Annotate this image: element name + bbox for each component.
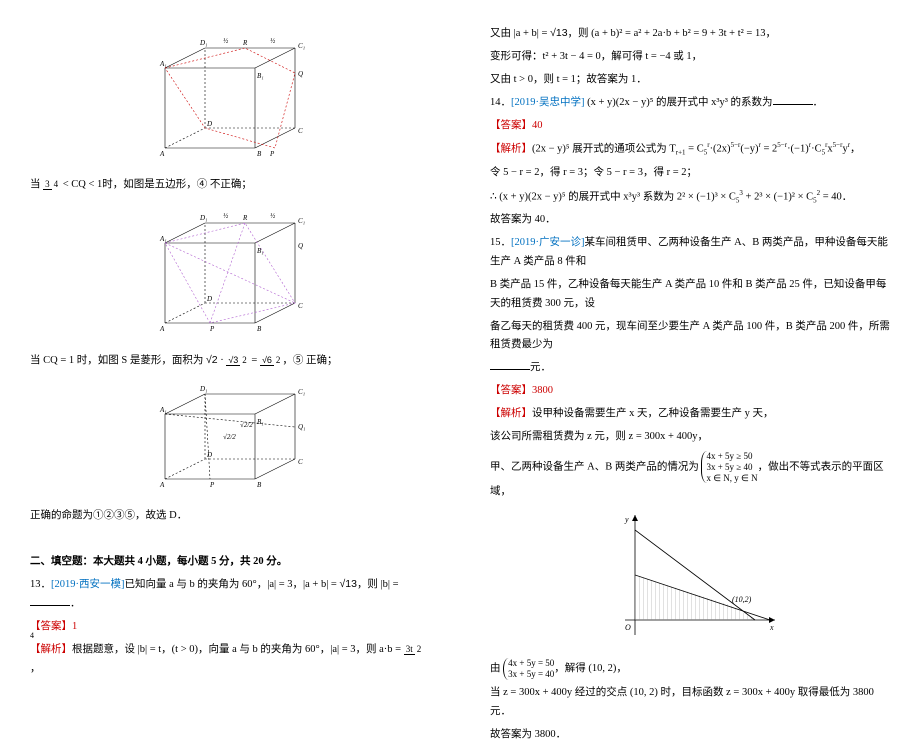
- q15-solution-4: 由 4x + 5y = 503x + 5y = 40，解得 (10, 2)，: [490, 658, 890, 680]
- svg-text:y: y: [624, 515, 629, 524]
- q14-solution-3: ∴ (x + y)(2x − y)⁵ 的展开式中 x³y³ 系数为 2² × (…: [490, 187, 890, 207]
- svg-text:A: A: [159, 150, 165, 158]
- svg-text:x: x: [769, 623, 774, 632]
- cube-figure-3: A B P C D A₁ B₁ Q₁ C₁ D₁ √2/2 √2/2: [30, 379, 430, 499]
- svg-text:C: C: [298, 127, 303, 135]
- svg-text:C₁: C₁: [298, 388, 305, 396]
- svg-text:D₁: D₁: [199, 385, 208, 393]
- svg-text:√2/2: √2/2: [240, 421, 253, 429]
- svg-text:C₁: C₁: [298, 42, 305, 50]
- svg-text:O: O: [625, 623, 631, 632]
- cube-figure-1: A BP C D A₁ B₁ Q C₁ D₁ R ½ ½: [30, 28, 430, 168]
- q15-solution-2: 该公司所需租赁费为 z 元，则 z = 300x + 400y，: [490, 428, 890, 447]
- q15-d: 元．: [490, 359, 890, 378]
- line-cq-pentagon: 当 34 < CQ < 1时，如图是五边形，④ 不正确；: [30, 176, 430, 195]
- q15-a: 15．[2019·广安一诊]某车间租赁甲、乙两种设备生产 A、B 两类产品，甲种…: [490, 234, 890, 272]
- svg-text:√2/2: √2/2: [223, 433, 236, 441]
- left-column: ABPCD A₁B₁QC₁D₁R ½½ 当 34 < CQ < 1时，如图是五边…: [0, 0, 460, 651]
- svg-text:½: ½: [223, 37, 229, 45]
- q14-answer: 【答案】40: [490, 117, 890, 136]
- svg-text:A₁: A₁: [159, 406, 167, 414]
- svg-text:D: D: [206, 120, 212, 128]
- svg-text:A: A: [159, 325, 165, 333]
- q15-solution-6: 故答案为 3800．: [490, 726, 890, 744]
- q13: 13．[2019·西安一模]已知向量 a 与 b 的夹角为 60°，|a| = …: [30, 575, 430, 614]
- svg-text:Q₁: Q₁: [298, 423, 306, 431]
- svg-text:Q: Q: [298, 70, 303, 78]
- q14-solution-1: 【解析】(2x − y)⁵ 展开式的通项公式为 Tr+1 = C5r·(2x)5…: [490, 139, 890, 159]
- svg-text:D₁: D₁: [199, 39, 208, 47]
- lp-chart: O x y (10,2): [490, 510, 890, 650]
- svg-text:D₁: D₁: [199, 214, 208, 222]
- cube-figure-2: A B P C D A₁ B₁ Q C₁ D₁ R ½ ½: [30, 203, 430, 343]
- svg-text:P: P: [269, 150, 275, 158]
- svg-text:B₁: B₁: [257, 72, 264, 80]
- svg-text:P: P: [209, 325, 215, 333]
- q15-solution-5: 当 z = 300x + 400y 经过的交点 (10, 2) 时，目标函数 z…: [490, 684, 890, 722]
- section-2-heading: 二、填空题：本大题共 4 小题，每小题 5 分，共 20 分。: [30, 553, 430, 572]
- svg-text:A₁: A₁: [159, 235, 167, 243]
- page-number: 4: [30, 629, 34, 643]
- line-cq-rhombus: 当 CQ = 1 时，如图 S 是菱形，面积为 √2 · √32 = √62，⑤…: [30, 351, 430, 371]
- q15-b: B 类产品 15 件，乙种设备每天能生产 A 类产品 10 件和 B 类产品 2…: [490, 276, 890, 314]
- correct-statements: 正确的命题为①②③⑤，故选 D．: [30, 507, 430, 526]
- svg-text:Q: Q: [298, 242, 303, 250]
- svg-text:B₁: B₁: [257, 418, 264, 426]
- r3: 又由 t > 0，则 t = 1；故答案为 1．: [490, 71, 890, 90]
- svg-text:C: C: [298, 302, 303, 310]
- svg-text:½: ½: [270, 212, 276, 220]
- svg-text:½: ½: [270, 37, 276, 45]
- svg-text:B: B: [257, 150, 262, 158]
- svg-text:R: R: [242, 214, 248, 222]
- svg-text:A: A: [159, 481, 165, 489]
- svg-text:½: ½: [223, 212, 229, 220]
- q13-solution: 【解析】根据题意，设 |b| = t，(t > 0)，向量 a 与 b 的夹角为…: [30, 641, 430, 679]
- svg-text:A₁: A₁: [159, 60, 167, 68]
- svg-text:B: B: [257, 325, 262, 333]
- q14-solution-4: 故答案为 40．: [490, 211, 890, 230]
- svg-text:B₁: B₁: [257, 247, 264, 255]
- r2: 变形可得：t² + 3t − 4 = 0，解可得 t = −4 或 1，: [490, 48, 890, 67]
- q15-solution-3: 甲、乙两种设备生产 A、B 两类产品的情况为 4x + 5y ≥ 503x + …: [490, 451, 890, 502]
- svg-text:D: D: [206, 295, 212, 303]
- svg-text:C₁: C₁: [298, 217, 305, 225]
- q14-solution-2: 令 5 − r = 2，得 r = 3；令 5 − r = 3，得 r = 2；: [490, 164, 890, 183]
- q15-answer: 【答案】3800: [490, 382, 890, 401]
- q14: 14．[2019·吴忠中学] (x + y)(2x − y)⁵ 的展开式中 x³…: [490, 94, 890, 113]
- svg-text:(10,2): (10,2): [732, 595, 752, 604]
- svg-text:C: C: [298, 458, 303, 466]
- right-column: 又由 |a + b| = √13，则 (a + b)² = a² + 2a·b …: [460, 0, 920, 651]
- r1: 又由 |a + b| = √13，则 (a + b)² = a² + 2a·b …: [490, 24, 890, 44]
- q15-solution-1: 【解析】设甲种设备需要生产 x 天，乙种设备需要生产 y 天，: [490, 405, 890, 424]
- svg-text:B: B: [257, 481, 262, 489]
- q13-answer: 【答案】1: [30, 618, 430, 637]
- svg-text:P: P: [209, 481, 215, 489]
- svg-text:R: R: [242, 39, 248, 47]
- q15-c: 备乙每天的租赁费 400 元，现车间至少要生产 A 类产品 100 件，B 类产…: [490, 318, 890, 356]
- svg-text:D: D: [206, 451, 212, 459]
